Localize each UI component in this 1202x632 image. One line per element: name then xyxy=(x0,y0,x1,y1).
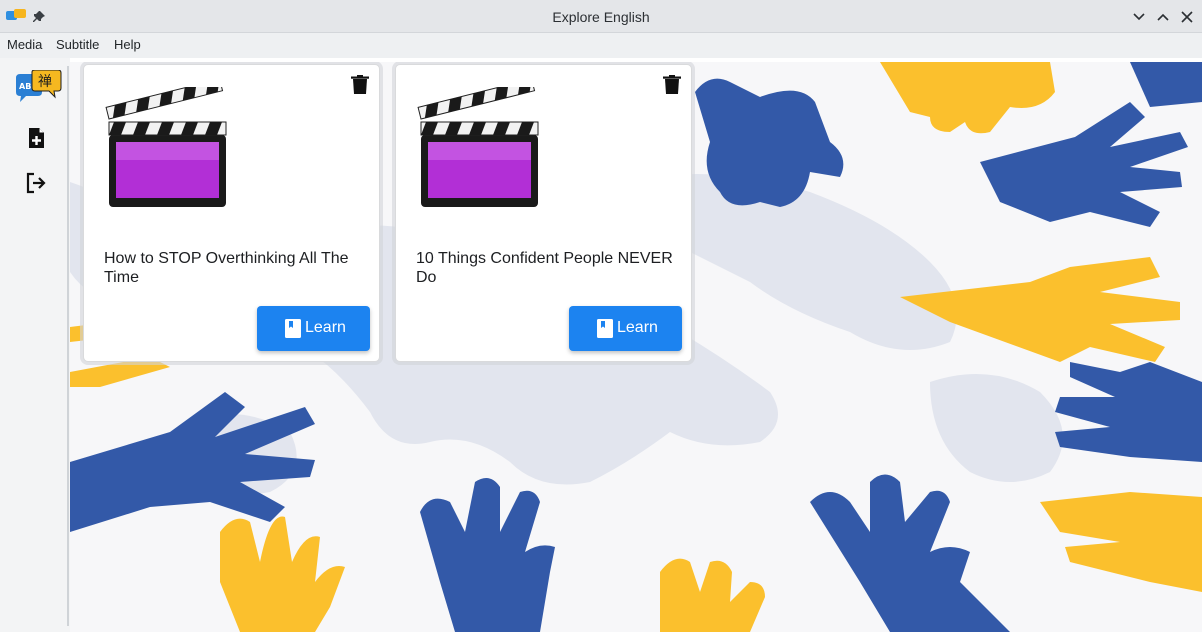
main-content: How to STOP Overthinking All The Time Le… xyxy=(70,62,1202,632)
add-file-icon[interactable] xyxy=(24,126,48,150)
learn-button-label: Learn xyxy=(305,319,346,336)
learn-button[interactable]: Learn xyxy=(569,306,682,351)
learn-button-label: Learn xyxy=(617,319,658,336)
book-icon xyxy=(285,319,301,343)
video-card: 10 Things Confident People NEVER Do Lear… xyxy=(395,64,692,362)
video-card: How to STOP Overthinking All The Time Le… xyxy=(83,64,380,362)
svg-text:AB: AB xyxy=(19,82,31,91)
learn-button[interactable]: Learn xyxy=(257,306,370,351)
sidebar-logo-icon: AB 禅 xyxy=(14,69,62,111)
svg-text:禅: 禅 xyxy=(38,74,52,90)
video-title: How to STOP Overthinking All The Time xyxy=(104,250,349,286)
maximize-icon[interactable] xyxy=(1155,9,1171,25)
trash-icon[interactable] xyxy=(351,75,369,95)
menu-bar: Media Subtitle Help xyxy=(0,33,1202,58)
minimize-icon[interactable] xyxy=(1131,9,1147,25)
sidebar: AB 禅 xyxy=(0,58,70,632)
logout-icon[interactable] xyxy=(24,171,48,195)
menu-help[interactable]: Help xyxy=(114,37,141,52)
menu-media[interactable]: Media xyxy=(7,37,42,52)
close-icon[interactable] xyxy=(1179,9,1195,25)
trash-icon[interactable] xyxy=(663,75,681,95)
book-icon xyxy=(597,319,613,343)
video-title: 10 Things Confident People NEVER Do xyxy=(416,250,673,286)
movie-clapperboard-icon xyxy=(104,78,229,217)
menu-subtitle[interactable]: Subtitle xyxy=(56,37,99,52)
title-bar: Explore English xyxy=(0,0,1202,33)
movie-clapperboard-icon xyxy=(416,78,541,217)
window-title: Explore English xyxy=(552,9,650,25)
sidebar-divider xyxy=(67,66,69,626)
